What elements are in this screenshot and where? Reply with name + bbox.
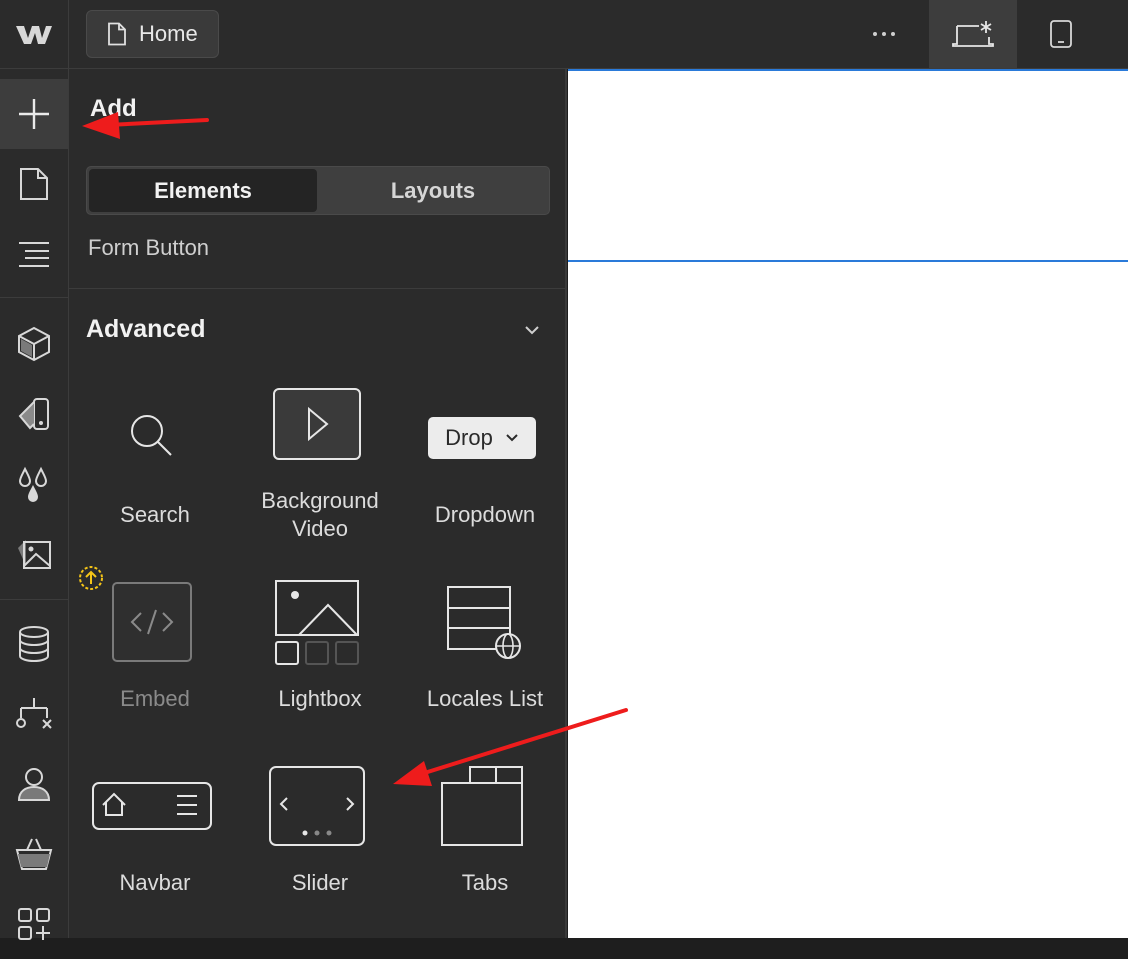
- more-icon[interactable]: [862, 12, 906, 56]
- element-slider[interactable]: Slider: [237, 753, 397, 913]
- tablet-breakpoint-icon[interactable]: [1030, 0, 1092, 68]
- section-title-advanced[interactable]: Advanced: [86, 315, 205, 344]
- search-icon: [72, 411, 232, 461]
- element-dropdown[interactable]: Drop Dropdown: [402, 379, 562, 539]
- elements-layouts-switch: Elements Layouts: [86, 166, 550, 215]
- tab-elements[interactable]: Elements: [89, 169, 317, 212]
- navigator-icon[interactable]: [0, 219, 68, 289]
- element-label: Slider: [291, 870, 349, 895]
- locales-list-icon: [402, 585, 562, 661]
- add-icon[interactable]: [0, 79, 68, 149]
- canvas-selection-line: [568, 260, 1128, 262]
- users-icon[interactable]: [0, 749, 68, 819]
- assets-icon[interactable]: [0, 519, 68, 589]
- element-label: Navbar: [119, 870, 191, 895]
- element-embed[interactable]: Embed: [72, 565, 232, 725]
- components-icon[interactable]: [0, 309, 68, 379]
- element-label: Dropdown: [434, 502, 536, 527]
- panel-title: Add: [90, 95, 137, 122]
- logic-icon[interactable]: [0, 679, 68, 749]
- dropdown-preview: Drop: [402, 417, 562, 459]
- ecommerce-icon[interactable]: [0, 819, 68, 889]
- page-name: Home: [139, 21, 198, 46]
- element-label: Lightbox: [278, 686, 362, 711]
- cms-icon[interactable]: [0, 609, 68, 679]
- desktop-breakpoint-icon[interactable]: [929, 0, 1017, 68]
- top-bar: Home: [0, 0, 1128, 69]
- style-selectors-icon[interactable]: [0, 379, 68, 449]
- section-divider: [69, 288, 565, 289]
- add-panel: Add Elements Layouts Form Button Advance…: [69, 69, 567, 938]
- page-selector-button[interactable]: Home: [86, 10, 219, 58]
- chevron-down-icon[interactable]: [521, 319, 543, 341]
- video-play-icon: [237, 387, 397, 461]
- element-form-button[interactable]: Form Button: [88, 235, 209, 261]
- canvas-selection-line-top: [568, 69, 1128, 71]
- element-locales-list[interactable]: Locales List: [402, 565, 562, 725]
- element-label: Tabs: [461, 870, 509, 895]
- element-label: Video: [292, 516, 348, 541]
- element-navbar[interactable]: Navbar: [72, 753, 232, 913]
- element-label: Embed: [120, 686, 190, 711]
- element-lightbox[interactable]: Lightbox: [237, 565, 397, 725]
- page-icon: [107, 22, 127, 46]
- lightbox-icon: [237, 579, 397, 667]
- webflow-logo-icon[interactable]: [0, 0, 69, 69]
- element-label: Search: [120, 502, 190, 527]
- slider-icon: [237, 765, 397, 847]
- navbar-icon: [72, 781, 232, 831]
- element-background-video[interactable]: Background Video: [237, 379, 397, 549]
- tab-layouts[interactable]: Layouts: [319, 169, 547, 212]
- variables-icon[interactable]: [0, 449, 68, 519]
- pages-icon[interactable]: [0, 149, 68, 219]
- left-toolbar: [0, 69, 69, 940]
- element-search[interactable]: Search: [72, 379, 232, 539]
- chevron-down-icon: [505, 433, 519, 443]
- element-tabs[interactable]: Tabs: [402, 753, 562, 913]
- element-label: Locales List: [426, 686, 544, 711]
- tabs-icon: [402, 765, 562, 847]
- code-icon: [72, 581, 232, 663]
- design-canvas[interactable]: [568, 70, 1128, 938]
- dropdown-preview-text: Drop: [445, 425, 493, 450]
- apps-icon[interactable]: [0, 889, 68, 959]
- element-label: Background: [261, 488, 379, 513]
